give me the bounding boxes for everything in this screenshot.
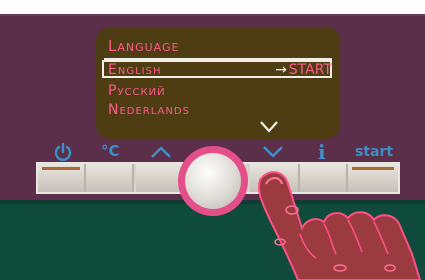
selector-knob[interactable] (185, 153, 241, 209)
temperature-button[interactable] (86, 164, 134, 192)
menu-option-russian[interactable]: Pусский (108, 83, 166, 99)
appliance-scene: Language English → START Pусский Nederlan… (0, 0, 425, 280)
lcd-display: Language English → START Pусский Nederlan… (96, 27, 340, 139)
right-arrow-icon: → (275, 62, 287, 78)
scroll-down-icon (259, 119, 279, 133)
start-hint-label: START (288, 62, 332, 78)
power-button[interactable] (38, 164, 86, 192)
temperature-icon: °C (101, 142, 120, 160)
menu-option-english[interactable]: English (108, 62, 161, 78)
power-icon (53, 142, 73, 162)
menu-title: Language (108, 37, 180, 55)
power-indicator (42, 167, 80, 170)
start-hint: → START (275, 62, 332, 78)
menu-option-dutch[interactable]: Nederlands (108, 102, 190, 118)
panel-rim (0, 14, 425, 16)
pointing-hand (258, 171, 422, 280)
chevron-up-icon (150, 145, 172, 159)
